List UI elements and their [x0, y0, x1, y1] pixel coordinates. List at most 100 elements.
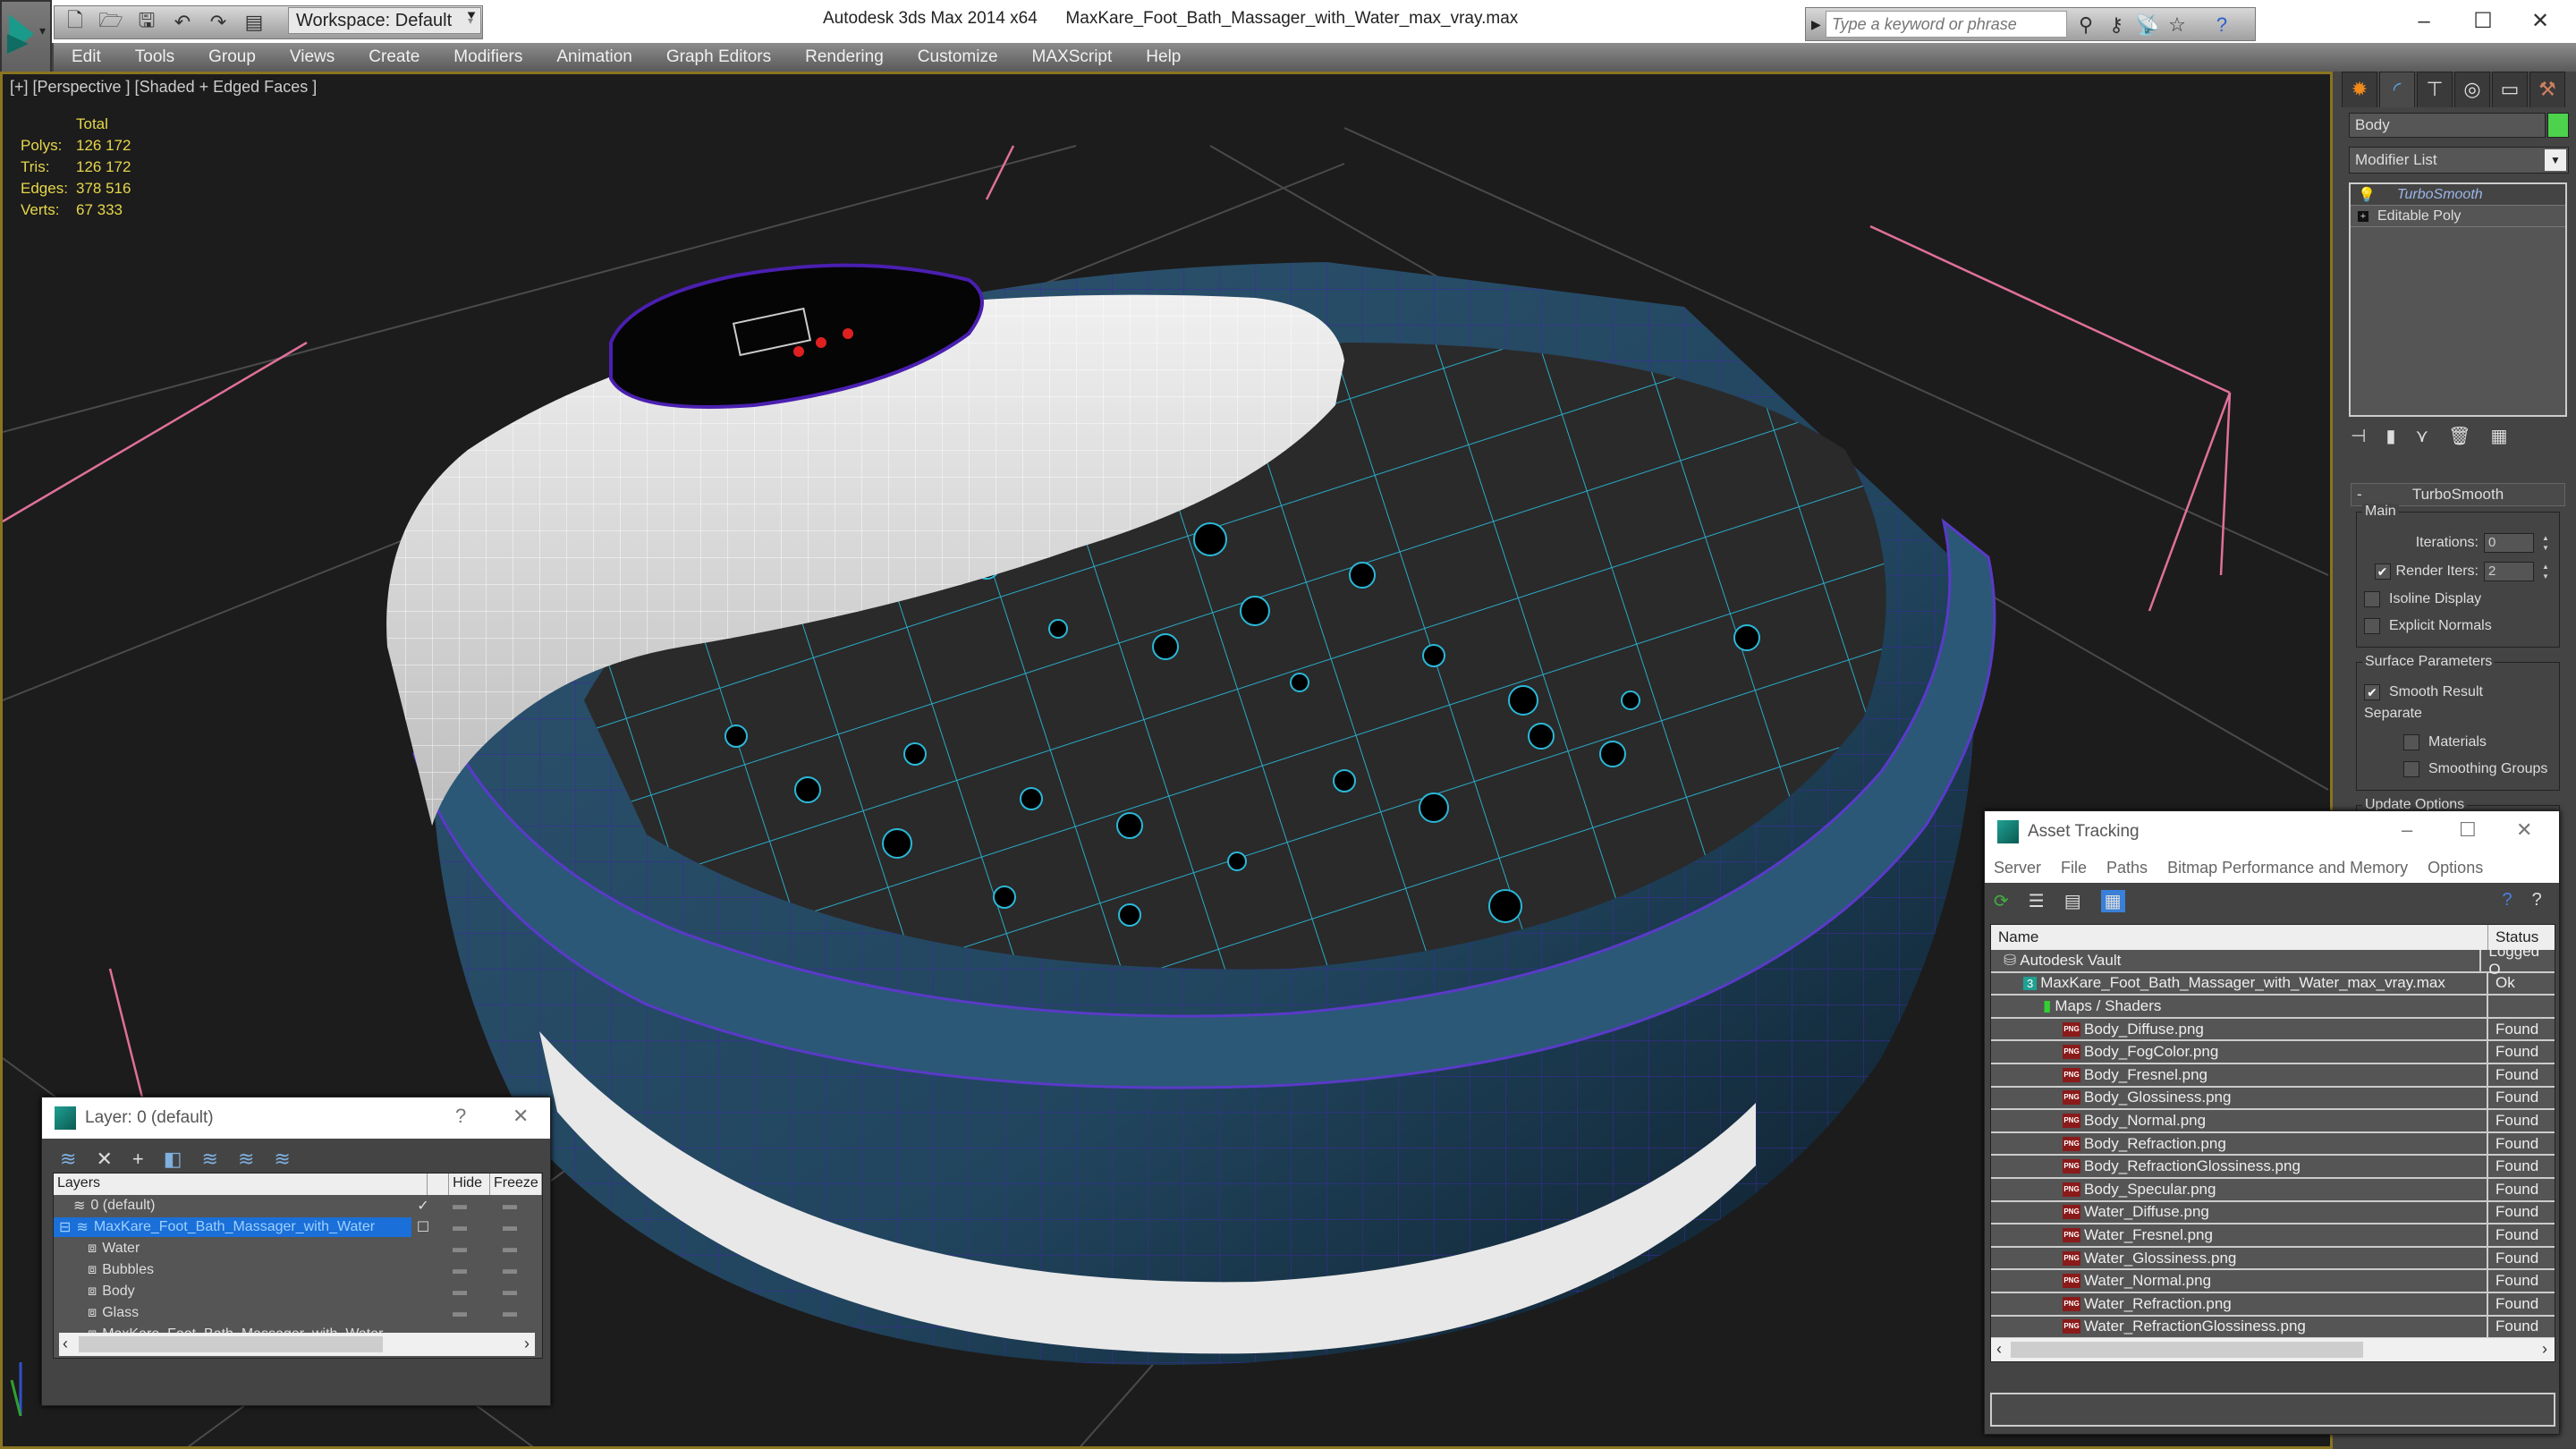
stack-item-editable-poly[interactable]: + Editable Poly	[2351, 206, 2565, 227]
minimize-button[interactable]: –	[2402, 818, 2412, 842]
new-file-icon[interactable]: 🗋	[64, 9, 87, 34]
asset-row[interactable]: PNG Water_Fresnel.png Found	[1991, 1224, 2555, 1248]
maximize-button[interactable]: ☐	[2465, 4, 2501, 39]
hide-all-layers-icon[interactable]: ≋	[238, 1148, 254, 1171]
asset-name-cell[interactable]: 3 MaxKare_Foot_Bath_Massager_with_Water_m…	[1991, 972, 2488, 995]
menu-group[interactable]: Group	[208, 47, 256, 67]
layer-name-cell[interactable]: ⧈ Glass	[54, 1303, 411, 1323]
render-iters-spinner[interactable]: ▲ ▼	[2539, 562, 2552, 581]
hide-toggle[interactable]: ▬	[435, 1219, 485, 1235]
layer-name-cell[interactable]: ⊟ ≋ MaxKare_Foot_Bath_Massager_with_Water	[54, 1217, 411, 1237]
column-header-layers[interactable]: Layers	[54, 1174, 428, 1195]
delete-layer-icon[interactable]: ✕	[96, 1148, 112, 1171]
close-button[interactable]: ✕	[2516, 818, 2532, 842]
menu-options[interactable]: Options	[2428, 859, 2483, 877]
scroll-right-icon[interactable]: ›	[524, 1335, 530, 1353]
layer-name-cell[interactable]: ⧈ Water	[54, 1239, 411, 1258]
menu-file[interactable]: File	[2061, 859, 2087, 877]
menu-bitmap-performance[interactable]: Bitmap Performance and Memory	[2167, 859, 2408, 877]
asset-row[interactable]: PNG Body_Fresnel.png Found	[1991, 1063, 2555, 1088]
layer-name-cell[interactable]: ⧈ Bubbles	[54, 1260, 411, 1280]
object-name-field[interactable]: Body	[2349, 113, 2546, 138]
asset-name-cell[interactable]: PNG Water_Refraction.png	[1991, 1292, 2488, 1315]
dialog-title-bar[interactable]: Asset Tracking – ☐ ✕	[1985, 811, 2559, 852]
maximize-button[interactable]: ☐	[2459, 818, 2477, 842]
iterations-input[interactable]: 0	[2484, 533, 2534, 553]
scrollbar-thumb[interactable]	[79, 1336, 383, 1352]
layer-name-cell[interactable]: ⧈ Body	[54, 1282, 411, 1301]
menu-customize[interactable]: Customize	[918, 47, 998, 67]
render-iters-input[interactable]: 2	[2484, 562, 2534, 581]
asset-row[interactable]: ⛁ Autodesk Vault Logged O	[1991, 943, 2555, 978]
asset-name-cell[interactable]: PNG Body_RefractionGlossiness.png	[1991, 1156, 2488, 1177]
smoothing-groups-checkbox[interactable]	[2403, 761, 2419, 777]
column-header-current[interactable]	[428, 1174, 450, 1195]
asset-row[interactable]: PNG Body_Diffuse.png Found	[1991, 1018, 2555, 1042]
layer-row[interactable]: ≋ 0 (default) ✓ ▬ ▬	[54, 1195, 542, 1216]
table-view-icon[interactable]: ▦	[2100, 890, 2125, 912]
explicit-normals-checkbox[interactable]	[2364, 618, 2380, 634]
modifier-list-dropdown[interactable]: Modifier List ▼	[2349, 147, 2569, 174]
asset-path-field[interactable]	[1990, 1393, 2555, 1427]
asset-name-cell[interactable]: PNG Water_Diffuse.png	[1991, 1201, 2488, 1224]
menu-modifiers[interactable]: Modifiers	[453, 47, 522, 67]
open-file-icon[interactable]: 🗁	[98, 9, 123, 34]
asset-name-cell[interactable]: PNG Body_Refraction.png	[1991, 1132, 2488, 1155]
iterations-spinner[interactable]: ▲ ▼	[2539, 533, 2552, 553]
menu-edit[interactable]: Edit	[72, 47, 101, 67]
project-folder-icon[interactable]: ▤	[242, 11, 266, 34]
hide-toggle[interactable]: ▬	[435, 1305, 485, 1321]
help-icon[interactable]: ?	[2210, 13, 2233, 37]
add-to-layer-icon[interactable]: +	[132, 1148, 144, 1171]
tree-view-icon[interactable]: ▤	[2064, 890, 2081, 912]
menu-views[interactable]: Views	[290, 47, 335, 67]
asset-row[interactable]: PNG Water_Refraction.png Found	[1991, 1292, 2555, 1317]
hierarchy-tab-icon[interactable]: ⊤	[2417, 72, 2453, 107]
help-icon[interactable]: ?	[2503, 890, 2512, 912]
freeze-toggle[interactable]: ▬	[485, 1305, 535, 1321]
asset-row[interactable]: PNG Body_Glossiness.png Found	[1991, 1087, 2555, 1111]
freeze-all-layers-icon[interactable]: ≋	[274, 1148, 290, 1171]
menu-server[interactable]: Server	[1994, 859, 2041, 877]
collapse-icon[interactable]: ⊟	[59, 1218, 71, 1236]
asset-name-cell[interactable]: PNG Body_Specular.png	[1991, 1178, 2488, 1200]
hide-toggle[interactable]: ▬	[435, 1284, 485, 1300]
hide-toggle[interactable]: ▬	[435, 1198, 485, 1214]
scroll-left-icon[interactable]: ‹	[1996, 1340, 2002, 1359]
lightbulb-icon[interactable]: 💡	[2358, 186, 2376, 204]
help-button[interactable]: ?	[455, 1105, 466, 1128]
asset-name-cell[interactable]: PNG Body_Glossiness.png	[1991, 1087, 2488, 1109]
show-end-result-icon[interactable]: ▮	[2385, 425, 2395, 447]
key-icon[interactable]: ⚷	[2105, 13, 2128, 37]
create-layer-icon[interactable]: ≋	[60, 1148, 76, 1171]
layer-row[interactable]: ⊟ ≋ MaxKare_Foot_Bath_Massager_with_Water ☐…	[54, 1216, 542, 1238]
expand-arrow-icon[interactable]: ▶	[1811, 17, 1821, 32]
minimize-button[interactable]: –	[2406, 4, 2442, 39]
scroll-left-icon[interactable]: ‹	[63, 1335, 68, 1353]
asset-row[interactable]: PNG Body_Normal.png Found	[1991, 1110, 2555, 1133]
horizontal-scrollbar[interactable]: ‹ ›	[59, 1333, 535, 1356]
workspace-dropdown[interactable]: Workspace: Default ▾	[288, 7, 481, 34]
pin-stack-icon[interactable]: ⊣	[2351, 425, 2366, 447]
asset-row[interactable]: PNG Water_Normal.png Found	[1991, 1270, 2555, 1293]
context-help-icon[interactable]: ?	[2532, 890, 2542, 912]
asset-name-cell[interactable]: ▮ Maps / Shaders	[1991, 996, 2488, 1017]
asset-name-cell[interactable]: PNG Water_Fresnel.png	[1991, 1224, 2488, 1246]
satellite-icon[interactable]: 📡	[2135, 13, 2159, 37]
asset-name-cell[interactable]: PNG Body_Fresnel.png	[1991, 1063, 2488, 1086]
menu-help[interactable]: Help	[1146, 47, 1181, 67]
scrollbar-thumb[interactable]	[2011, 1342, 2363, 1358]
close-button[interactable]: ✕	[2522, 4, 2558, 39]
asset-row[interactable]: ▮ Maps / Shaders	[1991, 996, 2555, 1019]
display-tab-icon[interactable]: ▭	[2492, 72, 2528, 107]
current-layer-flag[interactable]: ☐	[411, 1218, 435, 1236]
freeze-toggle[interactable]: ▬	[485, 1284, 535, 1300]
column-header-name[interactable]: Name	[1991, 925, 2488, 950]
configure-modifier-sets-icon[interactable]: ▦	[2490, 425, 2507, 447]
remove-modifier-icon[interactable]: 🗑	[2448, 425, 2470, 447]
current-layer-flag[interactable]: ✓	[411, 1197, 435, 1215]
asset-name-cell[interactable]: PNG Water_Normal.png	[1991, 1270, 2488, 1292]
create-tab-icon[interactable]: ✹	[2342, 72, 2377, 107]
freeze-toggle[interactable]: ▬	[485, 1198, 535, 1214]
asset-name-cell[interactable]: PNG Water_RefractionGlossiness.png	[1991, 1316, 2488, 1338]
